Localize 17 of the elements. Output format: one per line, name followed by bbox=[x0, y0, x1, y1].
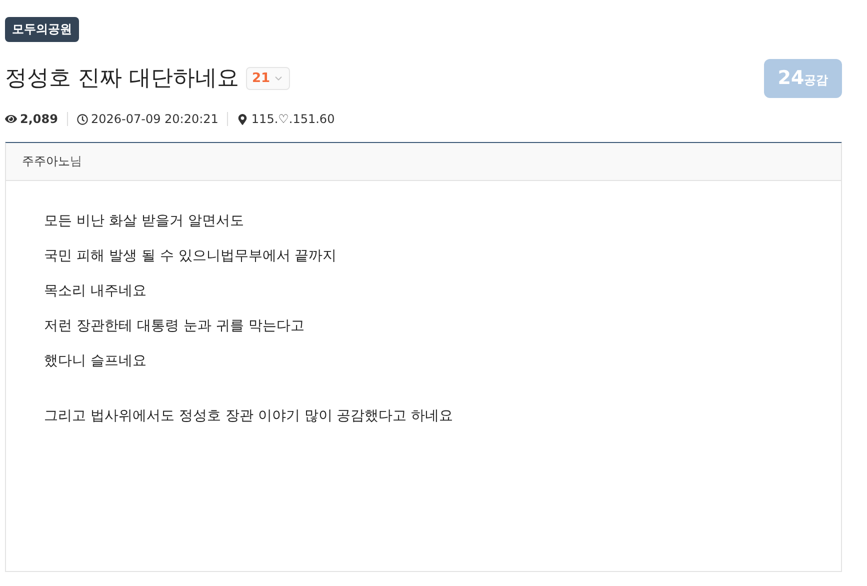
view-count: 2,089 bbox=[20, 112, 58, 126]
body-text: 목소리 내주네요 bbox=[44, 282, 148, 301]
body-text: 했다니 슬프네요 bbox=[44, 352, 148, 371]
post-date: 2026-07-09 20:20:21 bbox=[90, 112, 218, 126]
eye-icon bbox=[5, 113, 17, 125]
post-title: 정성호 진짜 대단하네요 bbox=[5, 65, 239, 93]
like-button[interactable]: 24공감 bbox=[764, 58, 842, 98]
clock-icon bbox=[76, 114, 88, 124]
ip-address: 115.♡.151.60 bbox=[251, 112, 335, 126]
comment-count-button[interactable]: 21 bbox=[246, 66, 290, 90]
body-text: 국민 피해 발생 될 수 있으니법무부에서 끝까지 bbox=[44, 247, 338, 266]
pin-icon bbox=[237, 114, 248, 124]
body-text: 모든 비난 화살 받을거 알면서도 bbox=[44, 212, 245, 231]
board-tag[interactable]: 모두의공원 bbox=[5, 17, 79, 42]
author-name: 주주아노님 bbox=[22, 154, 82, 168]
body-text: 저런 장관한테 대통령 눈과 귀를 막는다고 bbox=[44, 317, 306, 336]
body-text: 그리고 법사위에서도 정성호 장관 이야기 많이 공감했다고 하네요 bbox=[44, 407, 454, 426]
